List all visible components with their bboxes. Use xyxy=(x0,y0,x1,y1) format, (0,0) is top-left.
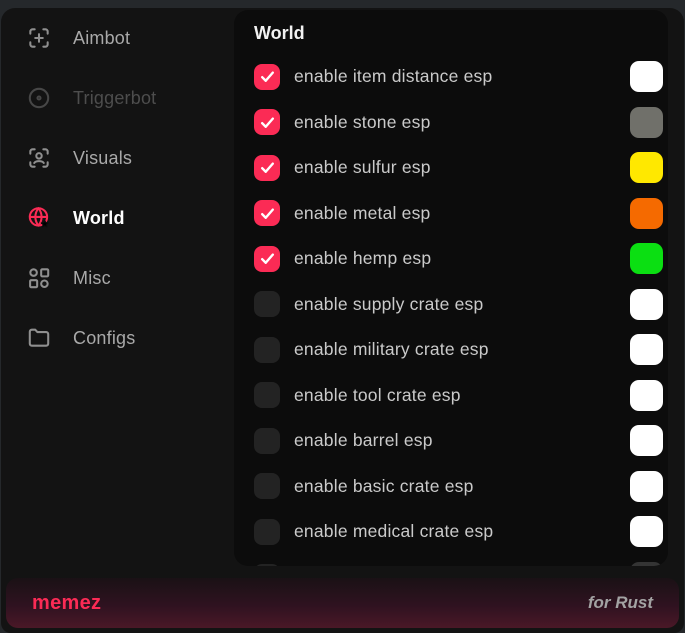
sidebar-item-triggerbot[interactable]: Triggerbot xyxy=(1,68,234,128)
misc-shapes-grid-icon xyxy=(26,265,52,291)
sidebar: Aimbot Triggerbot Visuals World Misc Con… xyxy=(1,8,234,368)
esp-color-swatch[interactable] xyxy=(630,516,663,547)
esp-checkbox[interactable] xyxy=(254,337,280,363)
esp-option-row: enable sulfur esp xyxy=(254,145,648,191)
esp-checkbox[interactable] xyxy=(254,109,280,135)
sidebar-item-misc[interactable]: Misc xyxy=(1,248,234,308)
esp-option-label: enable barrel esp xyxy=(294,430,433,451)
esp-checkbox[interactable] xyxy=(254,155,280,181)
panel-title: World xyxy=(254,23,648,45)
esp-option-label: enable basic crate esp xyxy=(294,476,474,497)
world-globe-icon xyxy=(26,205,52,231)
esp-option-label: enable tool crate esp xyxy=(294,385,461,406)
sidebar-item-label: Configs xyxy=(73,328,135,349)
esp-option-row: enable item distance esp xyxy=(254,54,648,100)
aimbot-crosshair-scan-icon xyxy=(26,25,52,51)
sidebar-item-configs[interactable]: Configs xyxy=(1,308,234,368)
esp-checkbox[interactable] xyxy=(254,382,280,408)
sidebar-item-aimbot[interactable]: Aimbot xyxy=(1,8,234,68)
cheat-menu-window: Aimbot Triggerbot Visuals World Misc Con… xyxy=(1,8,684,633)
esp-color-swatch[interactable] xyxy=(630,107,663,138)
esp-option-label: enable hemp esp xyxy=(294,248,431,269)
esp-options-list: enable item distance esp enable stone es… xyxy=(254,54,648,566)
sidebar-item-label: Visuals xyxy=(73,148,132,169)
esp-color-swatch[interactable] xyxy=(630,243,663,274)
sidebar-item-visuals[interactable]: Visuals xyxy=(1,128,234,188)
esp-option-row: enable hemp esp xyxy=(254,236,648,282)
esp-option-label: enable metal esp xyxy=(294,203,430,224)
esp-checkbox[interactable] xyxy=(254,200,280,226)
esp-option-label: enable item distance esp xyxy=(294,66,492,87)
esp-option-row: enable medical crate esp xyxy=(254,509,648,555)
esp-color-swatch[interactable] xyxy=(630,198,663,229)
esp-option-row: enable stone esp xyxy=(254,100,648,146)
esp-option-row: enable tool crate esp xyxy=(254,373,648,419)
brand-tagline: for Rust xyxy=(588,593,653,613)
sidebar-item-world[interactable]: World xyxy=(1,188,234,248)
esp-color-swatch[interactable] xyxy=(630,380,663,411)
esp-option-label: enable medical crate esp xyxy=(294,521,493,542)
esp-option-row: enable military crate esp xyxy=(254,327,648,373)
visuals-face-scan-icon xyxy=(26,145,52,171)
triggerbot-circle-dot-icon xyxy=(26,85,52,111)
configs-folder-icon xyxy=(26,325,52,351)
esp-option-row: enable metal esp xyxy=(254,191,648,237)
brand-name: memez xyxy=(32,592,101,615)
esp-option-label: enable stone esp xyxy=(294,112,431,133)
esp-color-swatch[interactable] xyxy=(630,425,663,456)
esp-color-swatch[interactable] xyxy=(630,152,663,183)
esp-checkbox[interactable] xyxy=(254,519,280,545)
sidebar-item-label: World xyxy=(73,208,125,229)
esp-checkbox[interactable] xyxy=(254,291,280,317)
esp-option-label: enable military crate esp xyxy=(294,339,489,360)
esp-color-swatch[interactable] xyxy=(630,61,663,92)
esp-checkbox[interactable] xyxy=(254,428,280,454)
esp-checkbox[interactable] xyxy=(254,473,280,499)
world-settings-panel: World enable item distance esp enable st… xyxy=(234,10,668,566)
esp-option-row xyxy=(254,555,648,567)
esp-color-swatch[interactable] xyxy=(630,334,663,365)
sidebar-item-label: Triggerbot xyxy=(73,88,156,109)
esp-option-row: enable barrel esp xyxy=(254,418,648,464)
esp-checkbox[interactable] xyxy=(254,64,280,90)
esp-checkbox[interactable] xyxy=(254,564,280,566)
sidebar-item-label: Aimbot xyxy=(73,28,130,49)
sidebar-item-label: Misc xyxy=(73,268,111,289)
esp-option-row: enable basic crate esp xyxy=(254,464,648,510)
esp-color-swatch[interactable] xyxy=(630,562,663,566)
esp-checkbox[interactable] xyxy=(254,246,280,272)
esp-color-swatch[interactable] xyxy=(630,289,663,320)
esp-option-label: enable supply crate esp xyxy=(294,294,483,315)
esp-option-row: enable supply crate esp xyxy=(254,282,648,328)
esp-color-swatch[interactable] xyxy=(630,471,663,502)
esp-option-label: enable sulfur esp xyxy=(294,157,431,178)
footer-bar: memez for Rust xyxy=(6,578,679,628)
